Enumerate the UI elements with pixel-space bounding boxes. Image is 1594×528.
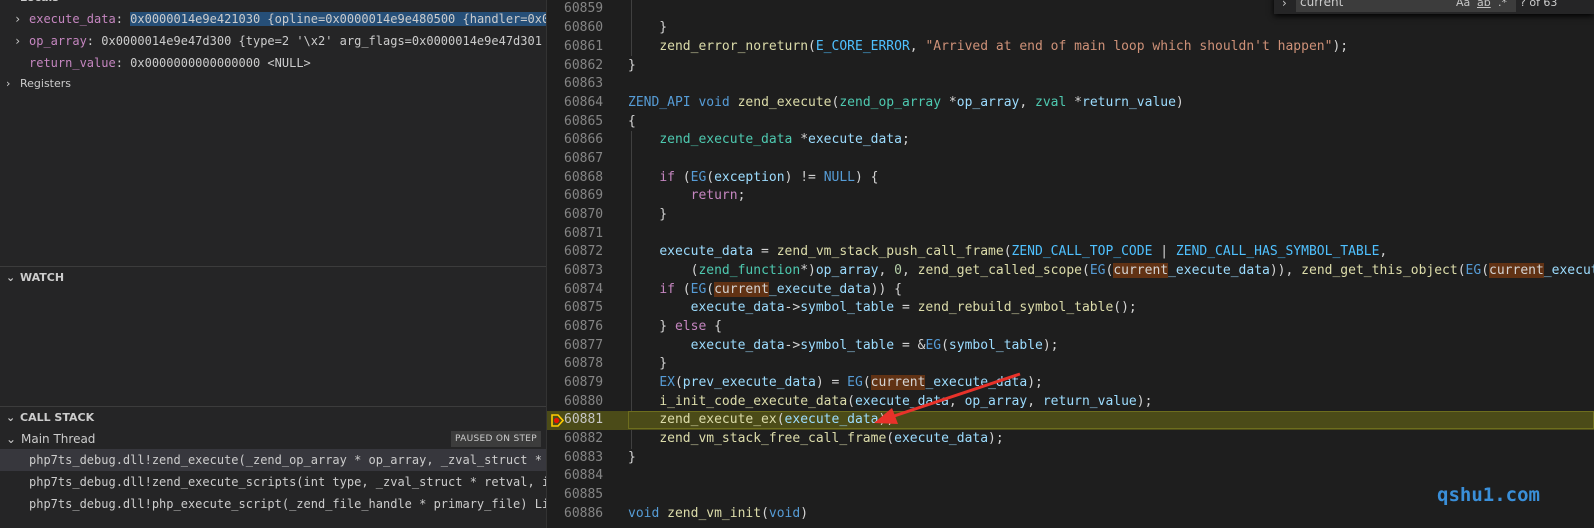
stack-frame[interactable]: php7ts_debug.dll!zend_execute(_zend_op_a… — [0, 449, 546, 471]
code-line: } — [628, 20, 668, 35]
code-line: return; — [690, 188, 746, 203]
match-case-icon[interactable]: Aa — [1456, 0, 1470, 9]
variable-value: 0x0000014e9e47d300 {type=2 '\x2' arg_fla… — [101, 34, 546, 48]
chevron-down-icon: ⌄ — [6, 432, 17, 446]
line-number: 60883 — [564, 450, 604, 465]
line-number: 60864 — [564, 95, 604, 110]
current-line-border — [628, 411, 1594, 429]
line-number: 60863 — [564, 76, 604, 91]
registers-section[interactable]: › Registers — [0, 73, 546, 95]
line-number: 60880 — [564, 394, 604, 409]
code-line: ZEND_API void zend_execute(zend_op_array… — [628, 95, 1184, 110]
chevron-right-icon: › — [6, 77, 11, 90]
code-line: execute_data->symbol_table = zend_rebuil… — [690, 300, 1137, 315]
annotation-arrow — [874, 372, 1021, 424]
code-line: if (EG(exception) != NULL) { — [659, 170, 879, 185]
stack-frame[interactable]: php7ts_debug.dll!zend_execute_scripts(in… — [0, 471, 546, 493]
debug-current-line-icon[interactable] — [551, 414, 564, 427]
stack-frame[interactable]: php7ts_debug.dll!php_execute_script(_zen… — [0, 493, 546, 515]
match-count: ? of 63 — [1520, 0, 1558, 9]
variable-value: 0x0000000000000000 <NULL> — [130, 56, 311, 70]
line-number: 60871 — [564, 226, 604, 241]
chevron-down-icon: ⌄ — [6, 271, 16, 284]
variable-row-return-value[interactable]: return_value: 0x0000000000000000 <NULL> — [0, 52, 546, 74]
code-line: execute_data = zend_vm_stack_push_call_f… — [659, 244, 1388, 259]
variable-row-op-array[interactable]: › op_array: 0x0000014e9e47d300 {type=2 '… — [0, 30, 546, 52]
chevron-right-icon[interactable]: › — [1282, 0, 1287, 10]
find-query: current — [1300, 0, 1344, 9]
variable-name: execute_data — [29, 12, 116, 26]
stack-frame-label: php7ts_debug.dll!zend_execute(_zend_op_a… — [29, 453, 546, 467]
line-number: 60862 — [564, 58, 604, 73]
line-number: 60867 — [564, 151, 604, 166]
code-line: zend_execute_data *execute_data; — [659, 132, 910, 147]
code-line: { — [628, 114, 636, 129]
line-number: 60882 — [564, 431, 604, 446]
line-number: 60877 — [564, 338, 604, 353]
variable-row-execute-data[interactable]: › execute_data: 0x0000014e9e421030 {opli… — [0, 8, 546, 30]
line-number: 60860 — [564, 20, 604, 35]
debug-sidebar: Locals › execute_data: 0x0000014e9e42103… — [0, 0, 546, 528]
call-stack-title: CALL STACK — [20, 411, 95, 424]
line-number: 60884 — [564, 468, 604, 483]
line-number: 60879 — [564, 375, 604, 390]
registers-label: Registers — [20, 77, 72, 90]
line-number: 60876 — [564, 319, 604, 334]
code-editor[interactable]: 60859 60860 } 60861 zend_error_noreturn(… — [547, 0, 1594, 528]
variable-name: return_value — [29, 56, 116, 70]
status-badge: PAUSED ON STEP — [451, 431, 541, 447]
thread-name: Main Thread — [21, 432, 96, 446]
watch-title: WATCH — [20, 271, 65, 284]
code-line: (zend_function*)op_array, 0, zend_get_ca… — [628, 263, 1594, 278]
line-number: 60878 — [564, 356, 604, 371]
code-line: } — [628, 450, 636, 465]
line-number: 60874 — [564, 282, 604, 297]
code-line: } — [628, 356, 668, 371]
regex-icon[interactable]: .* — [1498, 0, 1507, 9]
watch-section-header[interactable]: ⌄ WATCH — [0, 267, 546, 289]
line-number: 60868 — [564, 170, 604, 185]
line-number: 60861 — [564, 39, 604, 54]
call-stack-section-header[interactable]: ⌄ CALL STACK — [0, 407, 546, 429]
chevron-right-icon[interactable]: › — [14, 8, 21, 30]
code-line: void zend_vm_init(void) — [628, 506, 809, 521]
code-line: } else { — [628, 319, 722, 334]
watermark: qshu1.com — [1437, 484, 1540, 506]
code-line: execute_data->symbol_table = &EG(symbol_… — [690, 338, 1059, 353]
line-number: 60869 — [564, 188, 604, 203]
code-line: } — [628, 207, 668, 222]
code-line: zend_error_noreturn(E_CORE_ERROR, "Arriv… — [659, 39, 1349, 54]
line-number: 60873 — [564, 263, 604, 278]
code-line: if (EG(current_execute_data)) { — [659, 282, 902, 297]
code-line: } — [628, 58, 636, 73]
line-number: 60865 — [564, 114, 604, 129]
variable-name: op_array — [29, 34, 87, 48]
line-number: 60881 — [564, 412, 604, 427]
line-number: 60859 — [564, 1, 604, 16]
line-number: 60875 — [564, 300, 604, 315]
find-widget: › current Aa ab .* ? of 63 — [1274, 0, 1594, 14]
line-number: 60866 — [564, 132, 604, 147]
line-number: 60886 — [564, 506, 604, 521]
code-line: zend_vm_stack_free_call_frame(execute_da… — [659, 431, 1004, 446]
variable-value: 0x0000014e9e421030 {opline=0x0000014e9e4… — [130, 12, 546, 26]
line-number: 60885 — [564, 487, 604, 502]
chevron-down-icon: ⌄ — [6, 411, 16, 424]
line-number: 60870 — [564, 207, 604, 222]
whole-word-icon[interactable]: ab — [1477, 0, 1491, 9]
chevron-right-icon[interactable]: › — [14, 30, 21, 52]
line-number: 60872 — [564, 244, 604, 259]
stack-frame-label: php7ts_debug.dll!zend_execute_scripts(in… — [29, 475, 546, 489]
stack-frame-label: php7ts_debug.dll!php_execute_script(_zen… — [29, 497, 546, 511]
